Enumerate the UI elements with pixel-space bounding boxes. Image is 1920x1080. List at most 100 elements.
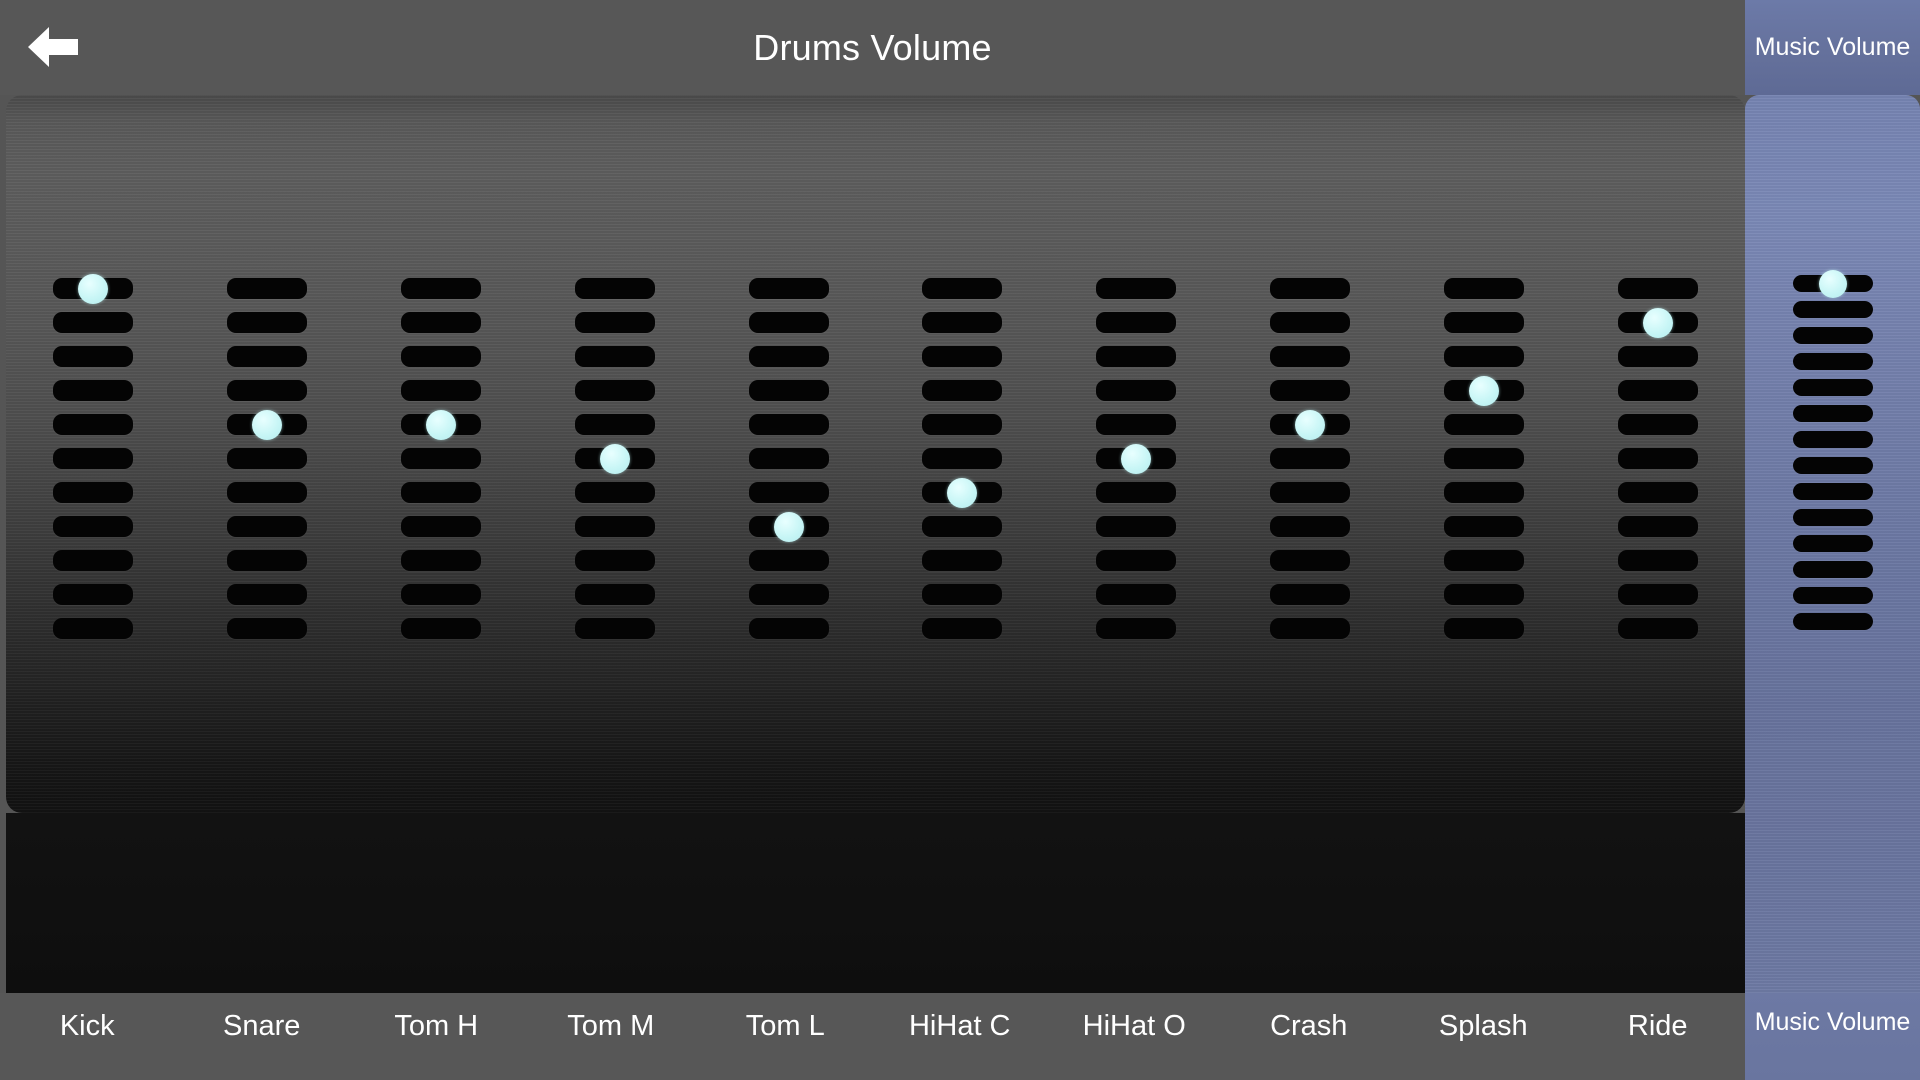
slider-tom-h[interactable] — [354, 95, 528, 813]
mixer-board-base — [6, 813, 1745, 993]
slider-segment — [1792, 587, 1873, 604]
slider-segment — [400, 312, 481, 333]
slider-segment — [1270, 278, 1351, 299]
slider-segment — [400, 550, 481, 571]
slider-track[interactable] — [1270, 278, 1351, 639]
slider-segment — [574, 414, 655, 435]
slider-label: Tom H — [394, 1010, 479, 1042]
slider-segment — [1792, 509, 1873, 526]
slider-segment — [1444, 482, 1525, 503]
slider-knob[interactable] — [251, 409, 282, 440]
slider-group — [6, 95, 1745, 813]
slider-segment — [226, 380, 307, 401]
slider-knob[interactable] — [425, 409, 456, 440]
slider-segment — [922, 346, 1003, 367]
slider-segment — [748, 312, 829, 333]
slider-segment — [226, 448, 307, 469]
slider-label-bar: Kick Snare Tom H Tom M Tom L HiHat C HiHat O Cr… — [0, 993, 1745, 1080]
slider-hihat-c[interactable] — [876, 95, 1050, 813]
slider-segment — [1270, 312, 1351, 333]
slider-knob[interactable] — [1818, 269, 1847, 298]
slider-segment — [400, 448, 481, 469]
slider-label: Kick — [59, 1010, 115, 1042]
slider-kick[interactable] — [6, 95, 180, 813]
slider-segment — [52, 584, 133, 605]
slider-segment — [1096, 516, 1177, 537]
slider-tom-l[interactable] — [702, 95, 876, 813]
mixer-board — [6, 95, 1745, 813]
slider-knob[interactable] — [1643, 307, 1674, 338]
slider-segment — [922, 380, 1003, 401]
slider-segment — [52, 482, 133, 503]
drums-volume-screen: Drums Volume Kick Snare Tom H Tom M Tom L HiH… — [0, 0, 1920, 1080]
slider-segment — [1618, 482, 1699, 503]
slider-track[interactable] — [52, 273, 133, 639]
slider-label: Splash — [1438, 1010, 1528, 1042]
slider-segment — [922, 312, 1003, 333]
slider-segment — [922, 448, 1003, 469]
slider-segment — [1792, 327, 1873, 344]
slider-segment — [1096, 482, 1177, 503]
slider-track[interactable] — [574, 278, 655, 639]
slider-snare[interactable] — [180, 95, 354, 813]
slider-segment — [400, 482, 481, 503]
slider-segment — [1444, 618, 1525, 639]
slider-segment — [52, 380, 133, 401]
slider-label: Ride — [1627, 1010, 1688, 1042]
slider-ride[interactable] — [1571, 95, 1745, 813]
slider-segment — [748, 380, 829, 401]
slider-track[interactable] — [922, 278, 1003, 639]
back-button[interactable] — [18, 14, 88, 80]
slider-segment — [1270, 550, 1351, 571]
slider-segment — [922, 278, 1003, 299]
slider-segment — [1792, 613, 1873, 630]
slider-track[interactable] — [1444, 278, 1525, 639]
slider-segment — [52, 414, 133, 435]
slider-segment — [748, 278, 829, 299]
slider-segment — [52, 550, 133, 571]
slider-label: Crash — [1270, 1010, 1348, 1042]
slider-segment — [52, 346, 133, 367]
slider-segment — [226, 550, 307, 571]
slider-knob[interactable] — [773, 511, 804, 542]
back-arrow-icon — [25, 24, 81, 70]
slider-knob[interactable] — [1295, 409, 1326, 440]
slider-segment — [1792, 379, 1873, 396]
slider-crash[interactable] — [1223, 95, 1397, 813]
slider-segment — [574, 312, 655, 333]
slider-segment — [400, 584, 481, 605]
slider-segment — [922, 618, 1003, 639]
slider-track[interactable] — [1618, 278, 1699, 639]
slider-label: Tom L — [745, 1010, 825, 1042]
slider-knob[interactable] — [77, 273, 108, 304]
slider-track[interactable] — [748, 278, 829, 639]
slider-segment — [1792, 561, 1873, 578]
slider-segment — [1096, 380, 1177, 401]
slider-segment — [1270, 380, 1351, 401]
slider-segment — [226, 278, 307, 299]
slider-segment — [226, 516, 307, 537]
slider-segment — [1618, 516, 1699, 537]
slider-segment — [1096, 618, 1177, 639]
slider-segment — [400, 516, 481, 537]
slider-track[interactable] — [1096, 278, 1177, 639]
slider-tom-m[interactable] — [528, 95, 702, 813]
slider-splash[interactable] — [1397, 95, 1571, 813]
slider-segment — [748, 346, 829, 367]
slider-knob[interactable] — [1469, 375, 1500, 406]
music-volume-tab[interactable]: Music Volume — [1745, 0, 1920, 95]
slider-knob[interactable] — [1121, 443, 1152, 474]
slider-track[interactable] — [226, 278, 307, 639]
slider-segment — [1444, 346, 1525, 367]
slider-knob[interactable] — [947, 477, 978, 508]
slider-segment — [1618, 618, 1699, 639]
slider-segment — [748, 482, 829, 503]
slider-hihat-o[interactable] — [1049, 95, 1223, 813]
slider-knob[interactable] — [599, 443, 630, 474]
music-volume-panel[interactable] — [1745, 95, 1920, 1080]
slider-track[interactable] — [400, 278, 481, 639]
slider-segment — [922, 584, 1003, 605]
slider-segment — [748, 448, 829, 469]
slider-segment — [1270, 516, 1351, 537]
music-volume-track[interactable] — [1792, 269, 1873, 645]
